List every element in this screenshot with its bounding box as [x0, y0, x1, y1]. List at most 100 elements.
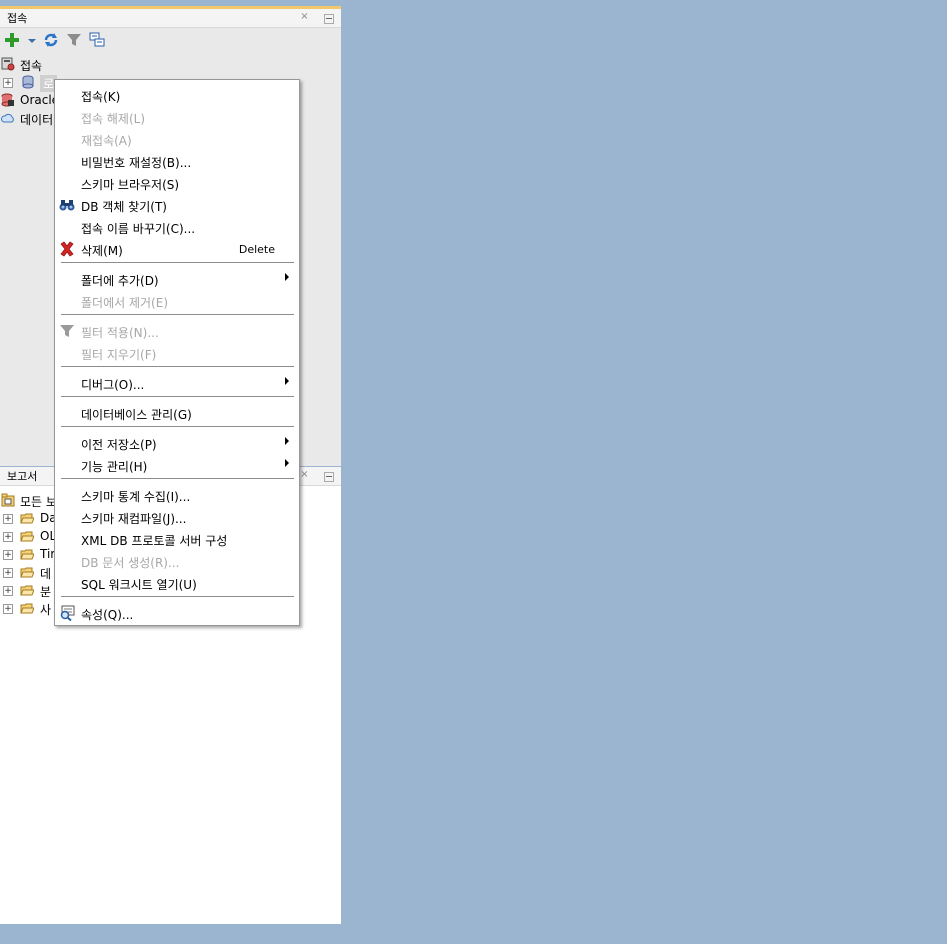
menu-item[interactable]: 스키마 통계 수집(I)...	[55, 484, 299, 506]
folder-icon	[20, 511, 35, 525]
connections-root-label: 접속	[20, 59, 43, 73]
menu-item[interactable]: 필터 적용(N)...	[55, 320, 299, 342]
menu-item-label: 속성(Q)...	[81, 608, 134, 622]
connections-toolbar	[0, 28, 341, 52]
menu-item[interactable]: 접속 이름 바꾸기(C)...	[55, 216, 299, 238]
connections-panel-title: 접속	[7, 12, 28, 25]
menu-item[interactable]: 폴더에 추가(D)	[55, 268, 299, 290]
add-icon[interactable]	[4, 32, 20, 48]
menu-item[interactable]: SQL 워크시트 열기(U)	[55, 572, 299, 594]
menu-item-label: DB 문서 생성(R)...	[81, 556, 180, 570]
menu-item-label: 폴더에 추가(D)	[81, 274, 159, 288]
properties-icon	[59, 605, 75, 622]
folder-icon	[20, 547, 35, 561]
menu-item[interactable]: 속성(Q)...	[55, 602, 299, 624]
folder-icon	[20, 601, 35, 615]
menu-item[interactable]: 스키마 재컴파일(J)...	[55, 506, 299, 528]
menu-item-label: SQL 워크시트 열기(U)	[81, 578, 197, 592]
expand-icon[interactable]: +	[3, 514, 13, 524]
refresh-icon[interactable]	[43, 32, 59, 48]
reports-root-label: 모든 보	[20, 495, 57, 509]
menu-item-label: 스키마 재컴파일(J)...	[81, 512, 187, 526]
report-folder-item[interactable]: + OL	[0, 528, 60, 545]
menu-item[interactable]: 폴더에서 제거(E)	[55, 290, 299, 312]
oracle-db-icon	[1, 93, 15, 107]
menu-item-label: 삭제(M)	[81, 244, 123, 258]
report-folder-item[interactable]: + 데	[0, 564, 60, 581]
report-folder-item[interactable]: + 분	[0, 582, 60, 599]
menu-item-shortcut: Delete	[238, 243, 275, 256]
filter-icon[interactable]	[66, 32, 82, 48]
close-icon[interactable]: ×	[299, 11, 310, 22]
menu-separator	[61, 366, 294, 367]
submenu-arrow-icon	[285, 377, 289, 385]
reports-panel-title: 보고서	[7, 470, 38, 483]
menu-separator	[61, 478, 294, 479]
connections-panel-header: 접속 ×	[0, 9, 341, 28]
menu-item-label: 재접속(A)	[81, 134, 132, 148]
menu-item-label: 스키마 브라우저(S)	[81, 178, 180, 192]
menu-item-label: 필터 적용(N)...	[81, 326, 159, 340]
minimize-icon[interactable]	[324, 14, 334, 24]
close-icon[interactable]: ×	[299, 469, 310, 480]
menu-item-label: 스키마 통계 수집(I)...	[81, 490, 191, 504]
menu-separator	[61, 596, 294, 597]
menu-item[interactable]: DB 문서 생성(R)...	[55, 550, 299, 572]
connection-label: 데이터	[20, 113, 54, 127]
binoculars-icon	[59, 197, 75, 213]
folder-icon	[20, 529, 35, 543]
connections-tree-root[interactable]: 접속	[0, 56, 120, 73]
menu-item[interactable]: 삭제(M) Delete	[55, 238, 299, 260]
menu-item-label: 디버그(O)...	[81, 378, 145, 392]
menu-item-label: 접속 이름 바꾸기(C)...	[81, 222, 196, 236]
expand-icon[interactable]: +	[3, 532, 13, 542]
schema-icon[interactable]	[89, 32, 105, 48]
menu-item[interactable]: DB 객체 찾기(T)	[55, 194, 299, 216]
menu-item-label: 비밀번호 재설정(B)...	[81, 156, 192, 170]
minimize-icon[interactable]	[324, 472, 334, 482]
menu-item[interactable]: 이전 저장소(P)	[55, 432, 299, 454]
menu-item[interactable]: 필터 지우기(F)	[55, 342, 299, 364]
menu-item[interactable]: 접속(K)	[55, 84, 299, 106]
report-folder-label: Tir	[40, 547, 56, 561]
menu-item[interactable]: 스키마 브라우저(S)	[55, 172, 299, 194]
expand-icon[interactable]: +	[3, 78, 13, 88]
menu-item[interactable]: XML DB 프로토콜 서버 구성	[55, 528, 299, 550]
report-folder-item[interactable]: + Da	[0, 510, 60, 527]
menu-separator	[61, 314, 294, 315]
menu-item[interactable]: 접속 해제(L)	[55, 106, 299, 128]
report-folder-item[interactable]: + 사	[0, 600, 60, 617]
expand-icon[interactable]: +	[3, 604, 13, 614]
submenu-arrow-icon	[285, 459, 289, 467]
menu-item-label: XML DB 프로토콜 서버 구성	[81, 534, 228, 548]
report-folder-item[interactable]: + Tir	[0, 546, 60, 563]
expand-icon[interactable]: +	[3, 586, 13, 596]
menu-separator	[61, 262, 294, 263]
menu-item-label: 데이터베이스 관리(G)	[81, 408, 192, 422]
menu-item-label: 접속(K)	[81, 90, 121, 104]
menu-item[interactable]: 비밀번호 재설정(B)...	[55, 150, 299, 172]
connections-root-icon	[1, 57, 15, 71]
filter-icon	[59, 323, 75, 339]
expand-icon[interactable]: +	[3, 550, 13, 560]
connection-item[interactable]: Oracle	[0, 92, 60, 109]
expand-icon[interactable]: +	[3, 568, 13, 578]
report-folder-label: 데	[40, 567, 52, 581]
cloud-icon	[0, 111, 15, 125]
dropdown-arrow-icon[interactable]	[27, 32, 37, 48]
reports-folder-icon	[1, 493, 15, 507]
menu-separator	[61, 396, 294, 397]
delete-x-icon	[59, 241, 75, 257]
submenu-arrow-icon	[285, 437, 289, 445]
report-folder-label: 분	[40, 585, 52, 599]
menu-item[interactable]: 재접속(A)	[55, 128, 299, 150]
menu-item[interactable]: 디버그(O)...	[55, 372, 299, 394]
menu-item-label: 필터 지우기(F)	[81, 348, 157, 362]
folder-icon	[20, 565, 35, 579]
menu-item-label: 폴더에서 제거(E)	[81, 296, 169, 310]
menu-item[interactable]: 데이터베이스 관리(G)	[55, 402, 299, 424]
connection-item[interactable]: 데이터	[0, 110, 60, 127]
report-folder-label: 사	[40, 603, 52, 617]
context-menu: 접속(K) 접속 해제(L) 재접속(A) 비밀번호 재설정(B)... 스키마 브라우…	[54, 79, 300, 626]
menu-item[interactable]: 기능 관리(H)	[55, 454, 299, 476]
